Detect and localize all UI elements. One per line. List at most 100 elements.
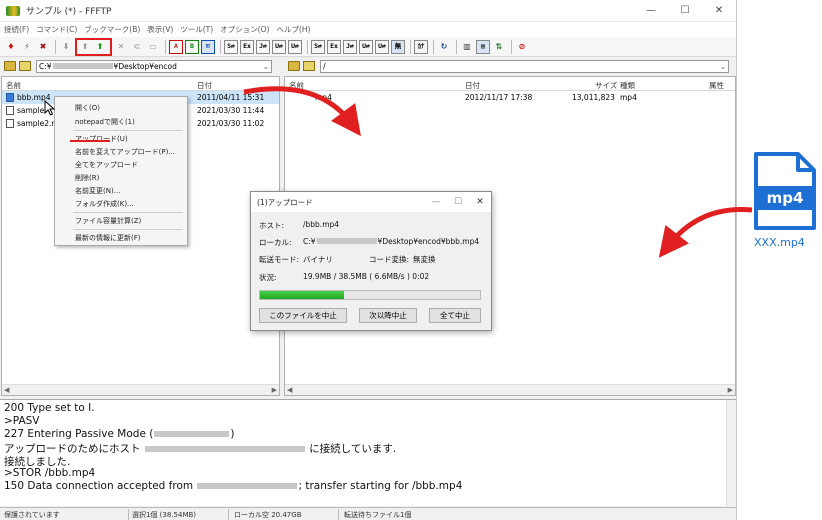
list-view-icon[interactable]: ▥ [460, 40, 474, 54]
sjis-icon[interactable]: S⇄ [224, 39, 238, 54]
redacted-text [197, 483, 298, 489]
no-convert-icon[interactable]: 無 [391, 39, 405, 54]
dialog-maximize-button[interactable]: ☐ [447, 197, 469, 207]
log-vertical-scrollbar[interactable] [726, 400, 736, 506]
chevron-down-icon[interactable]: ⌄ [263, 62, 269, 71]
remote-col-date[interactable]: 日付 [465, 80, 480, 91]
stop-subsequent-button[interactable]: 次以降中止 [359, 308, 417, 323]
utf8-icon[interactable]: U⇄ [272, 39, 286, 54]
close-button[interactable]: ✕ [702, 0, 736, 22]
menu-item-refresh[interactable]: 最新の情報に更新(F) [75, 233, 141, 243]
stop-all-button[interactable]: 全て中止 [429, 308, 481, 323]
status-divider [228, 509, 229, 520]
stop-this-file-button[interactable]: このファイルを中止 [259, 308, 347, 323]
dialog-minimize-button[interactable]: — [425, 197, 447, 207]
remote-folder-up-icon[interactable] [288, 61, 300, 71]
upload-all-icon[interactable]: ⬆ [93, 40, 107, 54]
chevron-down-icon[interactable]: ⌄ [720, 62, 726, 71]
delete-icon[interactable]: ✕ [114, 40, 128, 54]
remote-jis-icon[interactable]: J⇄ [343, 39, 357, 54]
remote-utf8-icon[interactable]: U⇄ [359, 39, 373, 54]
remote-file-row[interactable]: mp4 2012/11/17 17:38 13,011,823 mp4 [285, 91, 735, 104]
local-horizontal-scrollbar[interactable]: ◀ ▶ [2, 384, 279, 395]
title-bar: サンプル (*) - FFFTP — ☐ ✕ [0, 0, 736, 22]
menu-help[interactable]: ヘルプ(H) [276, 24, 310, 35]
menu-item-upload[interactable]: アップロード(U) [75, 134, 128, 144]
scroll-left-icon[interactable]: ◀ [4, 386, 9, 394]
rename-icon[interactable]: ⊂ [130, 40, 144, 54]
mode-label: 転送モード: [259, 255, 300, 264]
local-folder-up-icon[interactable] [4, 61, 16, 71]
remote-file-name: mp4 [315, 93, 332, 102]
menu-item-mkdir[interactable]: フォルダ作成(K)... [75, 199, 134, 209]
ascii-mode-icon[interactable]: A [169, 39, 183, 54]
local-file-date: 2021/03/30 11:44 [197, 106, 265, 115]
jis-icon[interactable]: J⇄ [256, 39, 270, 54]
status-selection: 選択1個 (38.54MB) [132, 511, 197, 519]
mp4-badge-text: mp4 [767, 189, 804, 207]
menu-connect[interactable]: 接続(F) [4, 24, 29, 35]
euc-icon[interactable]: Ex [240, 39, 254, 54]
remote-col-attr[interactable]: 属性 [709, 80, 724, 91]
menu-item-open[interactable]: 開く(O) [75, 103, 100, 113]
scroll-right-icon[interactable]: ▶ [728, 386, 733, 394]
remote-col-type[interactable]: 種類 [620, 80, 635, 91]
menu-item-calc-size[interactable]: ファイル容量計算(Z) [75, 216, 141, 226]
mp4-file-icon [6, 93, 14, 102]
scroll-right-icon[interactable]: ▶ [272, 386, 277, 394]
menu-separator [73, 130, 183, 131]
kana-convert-icon[interactable]: ｶﾅ [414, 39, 428, 54]
mkdir-icon[interactable]: ▭ [146, 40, 160, 54]
menu-item-upload-rename[interactable]: 名前を変えてアップロード(P)... [75, 147, 175, 157]
quick-connect-icon[interactable]: ⚡ [20, 40, 34, 54]
refresh-icon[interactable]: ↻ [437, 40, 451, 54]
upload-icon[interactable]: ⬆ [78, 40, 92, 54]
toolbar-separator [433, 39, 434, 54]
status-divider [338, 509, 339, 520]
menu-item-upload-all[interactable]: 全てをアップロード [75, 160, 138, 170]
utf8bom-icon[interactable]: U⇄ [288, 39, 302, 54]
remote-col-size[interactable]: サイズ [595, 80, 617, 91]
maximize-button[interactable]: ☐ [668, 0, 702, 22]
local-col-date[interactable]: 日付 [197, 80, 212, 91]
menu-command[interactable]: コマンド(C) [36, 24, 77, 35]
abort-icon[interactable]: ⊘ [515, 40, 529, 54]
remote-file-type: mp4 [620, 93, 637, 102]
menu-tools[interactable]: ツール(T) [180, 24, 213, 35]
status-bar: 保護されています 選択1個 (38.54MB) ローカル空 20.47GB 転送… [0, 507, 736, 520]
toolbar-separator [55, 39, 56, 54]
menu-item-delete[interactable]: 削除(R) [75, 173, 99, 183]
disconnect-icon[interactable]: ✖ [36, 40, 50, 54]
download-icon[interactable]: ⬇ [59, 40, 73, 54]
redacted-text [52, 63, 113, 69]
local-path-input[interactable]: C:¥ ¥Desktop¥encod ⌄ [36, 59, 272, 73]
toolbar-separator [456, 39, 457, 54]
remote-sjis-icon[interactable]: S⇄ [311, 39, 325, 54]
dialog-close-button[interactable]: ✕ [469, 197, 491, 207]
scroll-left-icon[interactable]: ◀ [287, 386, 292, 394]
menu-item-open-notepad[interactable]: notepadで開く(1) [75, 117, 135, 127]
menu-bar: 接続(F) コマンド(C) ブックマーク(B) 表示(V) ツール(T) オプシ… [0, 22, 736, 37]
menu-bookmark[interactable]: ブックマーク(B) [84, 24, 140, 35]
sync-icon[interactable]: ⇅ [492, 40, 506, 54]
remote-utf8bom-icon[interactable]: U⇄ [375, 39, 389, 54]
toolbar-separator [220, 39, 221, 54]
connect-icon[interactable]: ♦ [4, 40, 18, 54]
menu-view[interactable]: 表示(V) [147, 24, 173, 35]
mode-value: バイナリ [303, 255, 333, 264]
menu-options[interactable]: オプション(O) [220, 24, 269, 35]
detail-view-icon[interactable]: ▤ [476, 39, 490, 54]
menu-item-rename[interactable]: 名前変更(N)... [75, 186, 120, 196]
upload-progress-dialog: (1)アップロード — ☐ ✕ ホスト: /bbb.mp4 ローカル: C:¥ ¥… [250, 191, 492, 331]
remote-horizontal-scrollbar[interactable]: ◀ ▶ [285, 384, 735, 395]
remote-path-row: / ⌄ [284, 58, 736, 74]
remote-col-name[interactable]: 名前 [289, 80, 304, 91]
remote-euc-icon[interactable]: Ex [327, 39, 341, 54]
local-col-name[interactable]: 名前 [6, 80, 21, 91]
local-folder-open-icon[interactable] [19, 61, 31, 71]
minimize-button[interactable]: — [634, 0, 668, 22]
remote-folder-open-icon[interactable] [303, 61, 315, 71]
binary-mode-icon[interactable]: B [185, 39, 199, 54]
auto-mode-icon[interactable]: ⊞ [201, 39, 215, 54]
remote-path-input[interactable]: / ⌄ [320, 59, 729, 73]
